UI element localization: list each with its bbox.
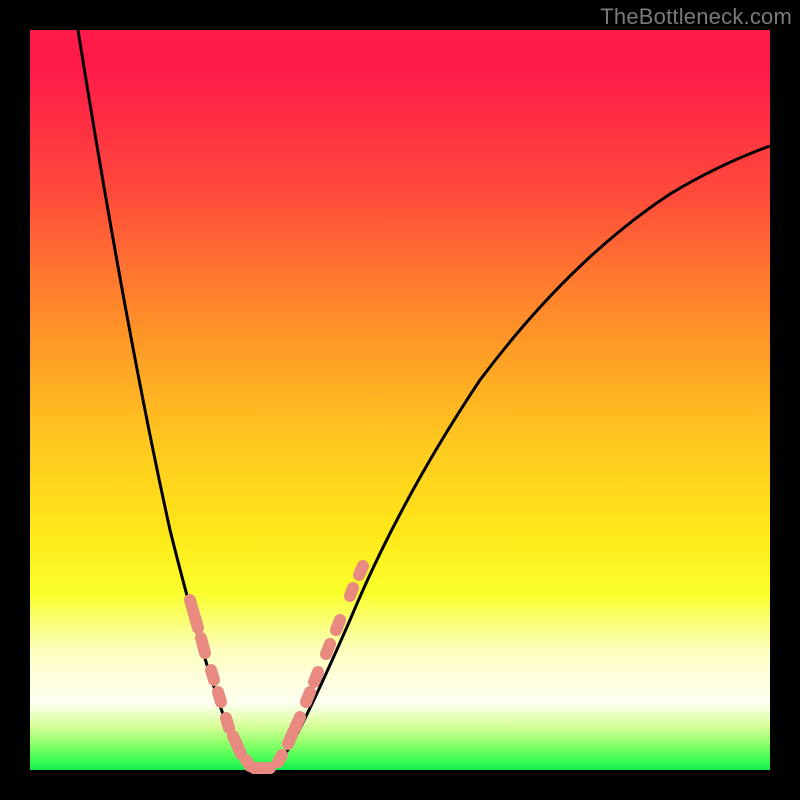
- highlight-dots: [190, 566, 363, 768]
- curve-right: [274, 146, 770, 768]
- bottleneck-curve: [30, 30, 770, 770]
- curve-left: [78, 30, 252, 768]
- watermark-text: TheBottleneck.com: [600, 4, 792, 30]
- plot-area: [30, 30, 770, 770]
- chart-frame: TheBottleneck.com: [0, 0, 800, 800]
